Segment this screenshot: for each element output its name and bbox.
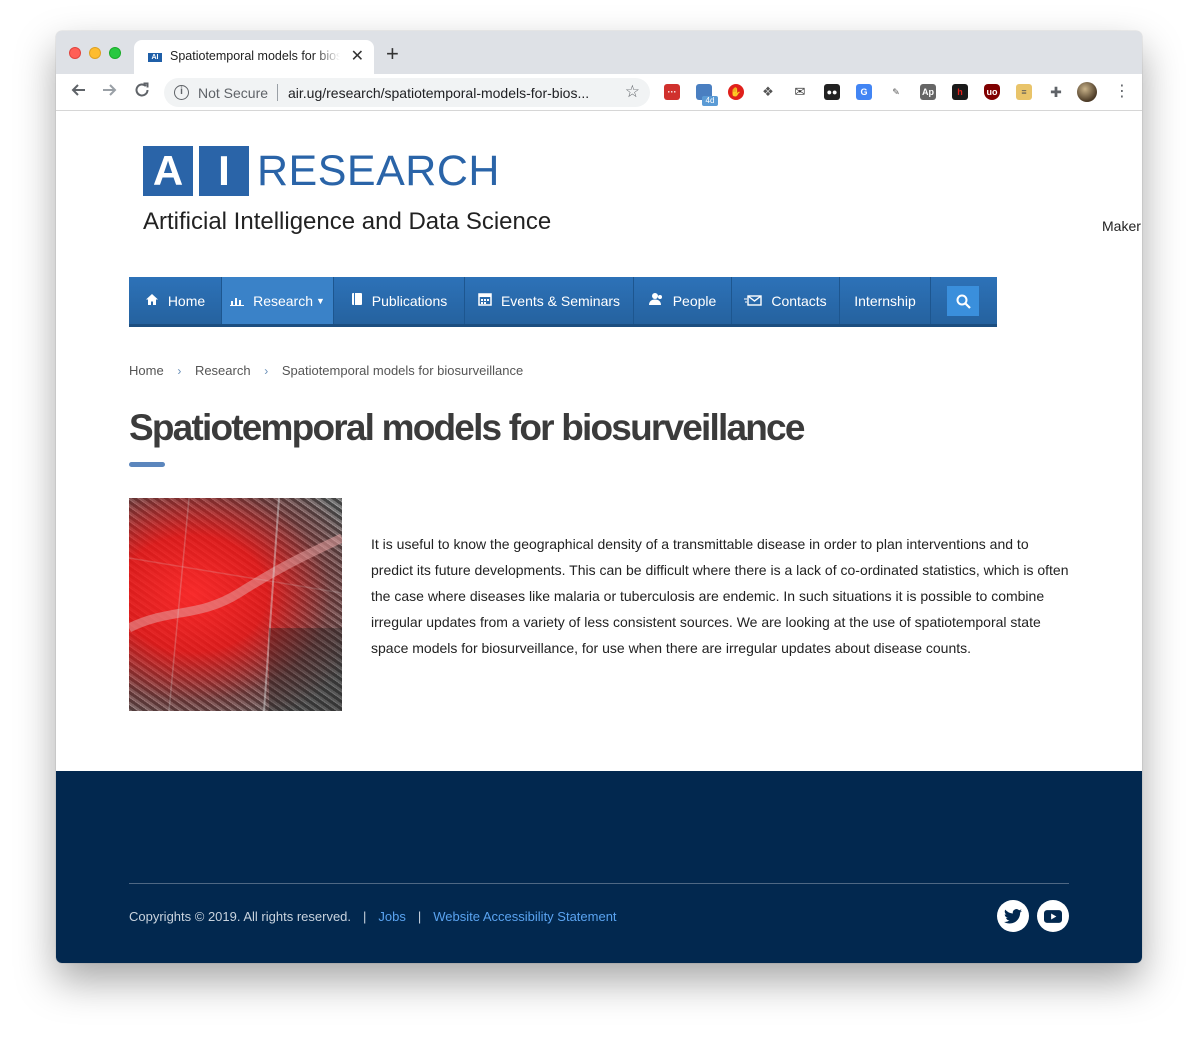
nav-label-publications: Publications bbox=[371, 292, 448, 309]
nav-item-contacts[interactable]: Contacts bbox=[732, 277, 840, 324]
bookmark-star-icon[interactable]: ☆ bbox=[625, 82, 640, 102]
caret-down-icon: ▼ bbox=[316, 295, 325, 306]
extension-badge: 4d bbox=[702, 96, 718, 106]
new-tab-button[interactable]: + bbox=[386, 43, 399, 65]
bar-chart-icon bbox=[230, 293, 245, 309]
browser-toolbar: i Not Secure air.ug/research/spatiotempo… bbox=[56, 74, 1142, 111]
ap-extension-icon[interactable]: Ap bbox=[920, 84, 936, 100]
breadcrumb-current: Spatiotemporal models for biosurveillanc… bbox=[281, 363, 524, 378]
people-icon bbox=[648, 292, 664, 309]
lastpass-extension-icon[interactable]: ··· bbox=[664, 84, 680, 100]
site-footer: Copyrights © 2019. All rights reserved. |… bbox=[56, 771, 1142, 963]
back-icon[interactable] bbox=[70, 82, 86, 102]
breadcrumb: Home › Research › Spatiotemporal models … bbox=[129, 363, 523, 378]
main-navigation: Home Research ▼ Publications Events & Se… bbox=[129, 277, 997, 327]
nav-label-people: People bbox=[672, 292, 717, 309]
book-icon bbox=[351, 292, 363, 309]
translate-extension-icon[interactable]: G bbox=[856, 84, 872, 100]
title-underline bbox=[129, 462, 165, 467]
breadcrumb-separator-icon: › bbox=[177, 364, 182, 378]
web-page: A I RESEARCH Artificial Intelligence and… bbox=[56, 111, 1142, 963]
breadcrumb-separator-icon: › bbox=[264, 364, 269, 378]
nav-label-internship: Internship bbox=[854, 292, 916, 309]
minimize-window-button[interactable] bbox=[89, 47, 101, 59]
footer-pipe: | bbox=[417, 909, 422, 924]
logo-letter-i[interactable]: I bbox=[199, 146, 249, 196]
maximize-window-button[interactable] bbox=[109, 47, 121, 59]
copyright-text: Copyrights © 2019. All rights reserved. bbox=[129, 909, 352, 924]
logo-letter-a[interactable]: A bbox=[143, 146, 193, 196]
security-label: Not Secure bbox=[198, 85, 269, 101]
youtube-icon bbox=[1044, 909, 1062, 923]
url-text[interactable]: air.ug/research/spatiotemporal-models-fo… bbox=[288, 85, 589, 101]
tab-close-icon[interactable]: ✕ bbox=[351, 46, 364, 66]
browser-tab[interactable]: AI Spatiotemporal models for biosurveill… bbox=[134, 40, 374, 74]
breadcrumb-research[interactable]: Research bbox=[195, 363, 251, 378]
jobs-link[interactable]: Jobs bbox=[378, 909, 405, 924]
logo-word[interactable]: RESEARCH bbox=[257, 146, 500, 196]
nav-item-internship[interactable]: Internship bbox=[840, 277, 931, 324]
menu-dots-icon[interactable]: ⋮ bbox=[1114, 82, 1130, 102]
nav-item-events[interactable]: Events & Seminars bbox=[465, 277, 634, 324]
twitter-icon bbox=[1004, 908, 1022, 924]
disease-heatmap-image bbox=[129, 498, 342, 711]
favicon-icon: AI bbox=[148, 53, 162, 62]
twitter-button[interactable] bbox=[997, 900, 1029, 932]
maker-text[interactable]: Maker bbox=[1102, 218, 1141, 234]
page-title: Spatiotemporal models for biosurveillanc… bbox=[129, 407, 805, 448]
mail-extension-icon[interactable]: ✉ bbox=[792, 84, 808, 100]
ublock-extension-icon[interactable]: uo bbox=[984, 84, 1000, 100]
nav-item-home[interactable]: Home bbox=[129, 277, 222, 324]
forward-icon[interactable] bbox=[102, 82, 118, 102]
reload-icon[interactable] bbox=[134, 82, 150, 102]
omnibox-divider bbox=[277, 84, 278, 101]
nav-item-research[interactable]: Research ▼ bbox=[222, 277, 334, 324]
pen-extension-icon[interactable]: ✎ bbox=[888, 84, 904, 100]
search-icon bbox=[956, 294, 971, 309]
tab-strip: AI Spatiotemporal models for biosurveill… bbox=[56, 31, 1142, 74]
nav-label-events: Events & Seminars bbox=[500, 292, 621, 309]
nav-label-contacts: Contacts bbox=[771, 292, 827, 309]
nav-label-home: Home bbox=[167, 292, 206, 309]
h-extension-icon[interactable]: h bbox=[952, 84, 968, 100]
browser-window: AI Spatiotemporal models for biosurveill… bbox=[56, 31, 1142, 963]
info-icon[interactable]: i bbox=[174, 85, 189, 100]
nav-label-research: Research bbox=[253, 292, 313, 309]
puzzle-extension-icon[interactable]: ✚ bbox=[1048, 84, 1064, 100]
tab-title: Spatiotemporal models for biosurveillanc… bbox=[170, 49, 340, 63]
nav-item-publications[interactable]: Publications bbox=[334, 277, 465, 324]
close-window-button[interactable] bbox=[69, 47, 81, 59]
youtube-button[interactable] bbox=[1037, 900, 1069, 932]
calendar-icon bbox=[478, 292, 492, 309]
footer-pipe: | bbox=[363, 909, 367, 924]
footer-divider bbox=[129, 883, 1069, 884]
site-tagline: Artificial Intelligence and Data Science bbox=[143, 208, 552, 235]
search-button[interactable] bbox=[947, 286, 979, 316]
home-icon bbox=[145, 293, 159, 309]
dropbox-extension-icon[interactable]: ❖ bbox=[760, 84, 776, 100]
adblock-extension-icon[interactable]: ✋ bbox=[728, 84, 744, 100]
glasses-extension-icon[interactable]: ●● bbox=[824, 84, 840, 100]
address-bar[interactable]: i Not Secure air.ug/research/spatiotempo… bbox=[164, 78, 650, 107]
nav-item-people[interactable]: People bbox=[634, 277, 732, 324]
footer-links: Copyrights © 2019. All rights reserved. |… bbox=[129, 909, 629, 924]
profile-avatar[interactable] bbox=[1077, 82, 1097, 102]
article-body: It is useful to know the geographical de… bbox=[371, 536, 1069, 656]
envelope-icon bbox=[744, 293, 763, 309]
accessibility-link[interactable]: Website Accessibility Statement bbox=[433, 909, 616, 924]
breadcrumb-home[interactable]: Home bbox=[129, 363, 164, 378]
notes-extension-icon[interactable]: ≡ bbox=[1016, 84, 1032, 100]
map-overlay-graphic bbox=[129, 498, 342, 711]
